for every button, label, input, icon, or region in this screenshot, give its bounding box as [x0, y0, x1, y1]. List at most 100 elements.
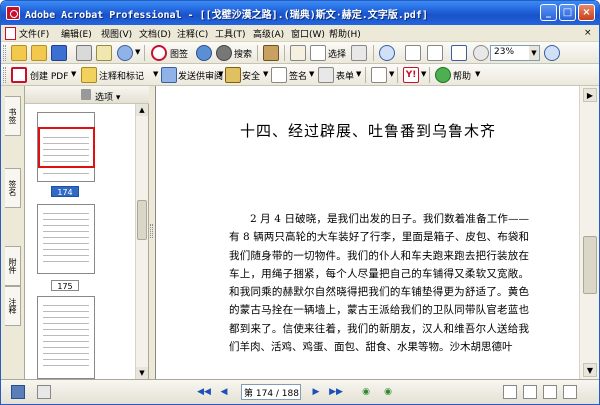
- menu-comments[interactable]: 注释(C): [177, 27, 208, 40]
- menu-window[interactable]: 窗口(W): [291, 27, 325, 40]
- menu-view[interactable]: 视图(V): [101, 27, 132, 40]
- send-review-icon[interactable]: [161, 67, 177, 83]
- acrobat-app-icon[interactable]: [6, 6, 20, 20]
- create-pdf-arrow[interactable]: ▼: [71, 70, 76, 78]
- send-review-label[interactable]: 发送供审阅: [178, 69, 223, 82]
- splitter-grip[interactable]: [150, 224, 153, 238]
- secure-arrow[interactable]: ▼: [263, 70, 268, 78]
- previous-view-button[interactable]: ◉: [359, 385, 373, 399]
- yahoo-arrow[interactable]: ▼: [421, 70, 426, 78]
- zoom-dropdown[interactable]: ▼: [529, 45, 540, 61]
- pen-sign-icon[interactable]: [271, 67, 287, 83]
- stamp-icon[interactable]: [263, 45, 279, 61]
- attach-dropdown-arrow[interactable]: ▼: [135, 48, 140, 56]
- page-thumbnail[interactable]: [37, 296, 95, 379]
- menu-file[interactable]: 文件(F): [19, 27, 49, 40]
- page-info-icon[interactable]: [37, 385, 51, 399]
- maximize-button[interactable]: □: [559, 4, 576, 21]
- fit-page-icon[interactable]: [427, 45, 443, 61]
- facing-icon[interactable]: [543, 385, 557, 399]
- trash-icon[interactable]: [81, 89, 91, 100]
- document-close-button[interactable]: ×: [584, 28, 592, 38]
- document-view[interactable]: 十四、经过辟展、吐鲁番到乌鲁木齐 2 月 4 日破晓，是我们出发的日子。我们数着…: [155, 86, 579, 379]
- scroll-up-arrow[interactable]: ▲: [136, 104, 148, 116]
- scroll-thumb[interactable]: [137, 200, 147, 240]
- sign-arrow[interactable]: ▼: [309, 70, 314, 78]
- page-number-label[interactable]: 174: [51, 186, 79, 197]
- help-arrow[interactable]: ▼: [475, 70, 480, 78]
- single-page-icon[interactable]: [503, 385, 517, 399]
- secure-label[interactable]: 安全: [242, 69, 260, 82]
- email-icon[interactable]: [96, 45, 112, 61]
- scroll-down-arrow[interactable]: ▼: [136, 367, 148, 379]
- actual-size-icon[interactable]: [405, 45, 421, 61]
- help-icon[interactable]: [435, 67, 451, 83]
- page-number-label[interactable]: 175: [51, 280, 79, 291]
- create-pdf-label[interactable]: 创建 PDF: [30, 69, 68, 82]
- fit-width-icon[interactable]: [451, 45, 467, 61]
- close-button[interactable]: ×: [578, 4, 595, 21]
- open-folder-icon[interactable]: [11, 45, 27, 61]
- menu-advanced[interactable]: 高级(A): [253, 27, 284, 40]
- zoom-input[interactable]: 23%: [490, 45, 530, 61]
- select-label[interactable]: 选择: [328, 47, 346, 60]
- toolbar-grip[interactable]: [3, 67, 6, 83]
- help-label[interactable]: 帮助: [453, 69, 471, 82]
- yahoo-icon[interactable]: Y!: [403, 67, 419, 83]
- comment-icon[interactable]: [81, 67, 97, 83]
- comment-label[interactable]: 注释和标记: [99, 69, 144, 82]
- print-icon[interactable]: [76, 45, 92, 61]
- binoculars-icon[interactable]: [216, 45, 232, 61]
- send-review-arrow[interactable]: ▼: [218, 70, 223, 78]
- comment-arrow[interactable]: ▼: [153, 70, 158, 78]
- tool-label[interactable]: 图签: [170, 47, 188, 60]
- last-page-button[interactable]: ▶▶: [329, 385, 343, 399]
- menu-document[interactable]: 文档(D): [139, 27, 171, 40]
- sign-label[interactable]: 签名: [289, 69, 307, 82]
- scroll-up-arrow[interactable]: ▶: [583, 88, 597, 102]
- forms-arrow[interactable]: ▼: [356, 70, 361, 78]
- title-bar[interactable]: Adobe Acrobat Professional - [[戈壁沙漠之路].(…: [1, 1, 599, 25]
- create-pdf-icon[interactable]: [151, 45, 167, 61]
- menu-edit[interactable]: 编辑(E): [61, 27, 92, 40]
- tab-attachments[interactable]: 附件: [5, 246, 21, 286]
- first-page-button[interactable]: ◀◀: [197, 385, 211, 399]
- page-thumbnail[interactable]: [37, 112, 95, 182]
- minimize-button[interactable]: _: [540, 4, 557, 21]
- hand-tool-icon[interactable]: [290, 45, 306, 61]
- attach-icon[interactable]: [117, 45, 133, 61]
- navigation-pane-icon[interactable]: [11, 385, 25, 399]
- scroll-thumb[interactable]: [583, 236, 597, 294]
- save-icon[interactable]: [51, 45, 67, 61]
- tab-signatures[interactable]: 签名: [5, 168, 21, 208]
- forms-label[interactable]: 表单: [336, 69, 354, 82]
- create-pdf-task-icon[interactable]: [11, 67, 27, 83]
- organizer-icon[interactable]: [31, 45, 47, 61]
- zoom-plus-icon[interactable]: [544, 45, 560, 61]
- continuous-facing-icon[interactable]: [563, 385, 577, 399]
- snapshot-icon[interactable]: [351, 45, 367, 61]
- page-tools-arrow[interactable]: ▼: [389, 70, 394, 78]
- tab-bookmarks[interactable]: 书签: [5, 96, 21, 136]
- document-scrollbar[interactable]: ▶ ▼: [579, 86, 599, 379]
- globe-icon[interactable]: [196, 45, 212, 61]
- toolbar-grip[interactable]: [3, 45, 6, 61]
- next-page-button[interactable]: ▶: [309, 385, 323, 399]
- page-thumbnail[interactable]: [37, 204, 95, 274]
- select-tool-icon[interactable]: [310, 45, 326, 61]
- page-tools-icon[interactable]: [371, 67, 387, 83]
- zoom-out-icon[interactable]: [473, 45, 489, 61]
- tab-comments[interactable]: 注释: [5, 286, 21, 326]
- next-view-button[interactable]: ◉: [381, 385, 395, 399]
- previous-page-button[interactable]: ◀: [217, 385, 231, 399]
- document-menu-icon[interactable]: [5, 27, 16, 40]
- view-area-frame[interactable]: [38, 127, 95, 168]
- continuous-icon[interactable]: [523, 385, 537, 399]
- forms-icon[interactable]: [318, 67, 334, 83]
- zoom-in-icon[interactable]: [379, 45, 395, 61]
- search-label[interactable]: 搜索: [234, 47, 252, 60]
- menu-tools[interactable]: 工具(T): [215, 27, 246, 40]
- page-number-field[interactable]: 第 174 / 188 页: [241, 384, 301, 400]
- lock-icon[interactable]: [225, 67, 241, 83]
- menu-help[interactable]: 帮助(H): [329, 27, 361, 40]
